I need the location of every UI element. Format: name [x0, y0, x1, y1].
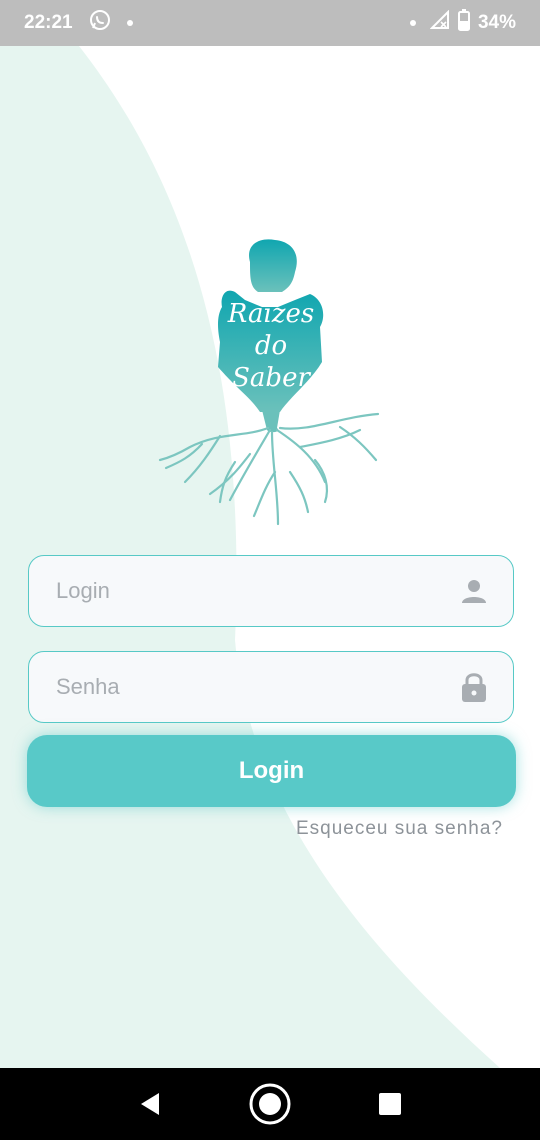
no-signal-icon — [429, 9, 450, 36]
lock-icon — [459, 672, 489, 702]
logo-line-raizes: Raizes — [227, 299, 314, 329]
home-icon[interactable] — [246, 1080, 294, 1128]
login-field[interactable] — [28, 555, 514, 627]
navigation-bar — [0, 1068, 540, 1140]
forgot-password-link[interactable]: Esqueceu sua senha? — [296, 818, 503, 840]
login-screen: 22:21 34% Raizes do Saber Login Login Es… — [0, 0, 540, 1140]
recents-icon[interactable] — [366, 1080, 414, 1128]
status-bar: 22:21 34% — [0, 0, 540, 46]
person-icon — [459, 576, 489, 606]
logo-line-saber: Saber — [232, 363, 311, 393]
background-curve — [0, 0, 500, 1068]
raizes-do-saber-logo: Raizes do Saber — [158, 239, 380, 526]
senha-input[interactable] — [54, 673, 459, 701]
dot-icon — [409, 20, 416, 26]
back-icon[interactable] — [126, 1080, 174, 1128]
notification-dot-icon — [126, 20, 133, 26]
login-button[interactable]: Login — [27, 735, 516, 807]
login-input[interactable] — [54, 577, 459, 605]
whatsapp-icon — [89, 9, 111, 37]
logo-line-do: do — [255, 331, 287, 361]
battery-percent: 34% — [477, 12, 516, 33]
status-time: 22:21 — [24, 12, 73, 33]
senha-field[interactable] — [28, 651, 514, 723]
battery-icon — [457, 9, 470, 37]
